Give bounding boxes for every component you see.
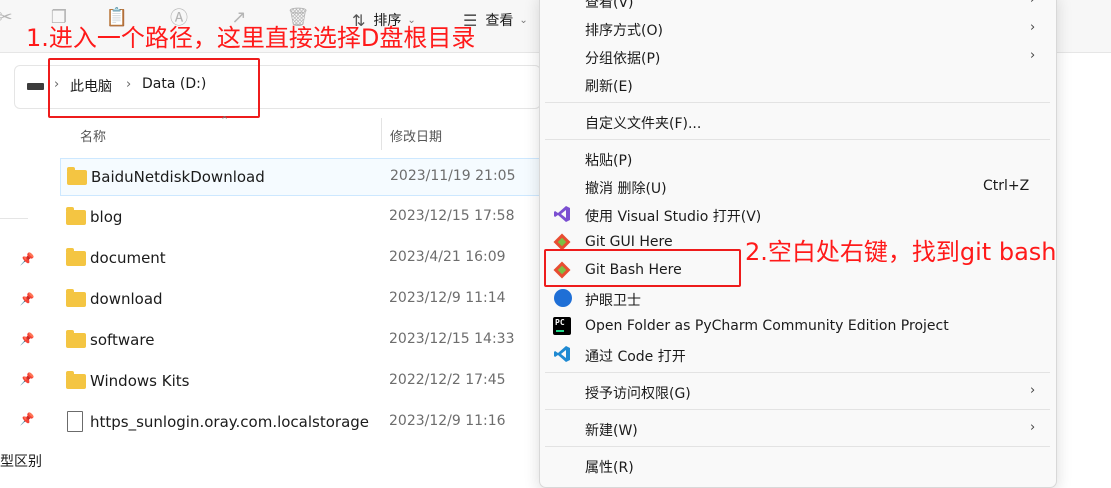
chevron-down-icon: ⌄ [519, 14, 528, 26]
file-modified-date: 2023/12/9 11:16 [389, 413, 506, 429]
menu-item-group-by[interactable]: 分组依据(P) [585, 48, 660, 68]
folder-icon [66, 289, 86, 307]
nav-divider [0, 218, 28, 219]
file-row[interactable]: software 2023/12/15 14:33 [60, 322, 540, 360]
pycharm-icon: PC [553, 317, 571, 335]
file-name: BaiduNetdiskDownload [91, 168, 265, 186]
annotation-box-address [48, 58, 260, 118]
file-name: download [90, 290, 163, 308]
menu-item-undo-delete[interactable]: 撤消 删除(U) [585, 178, 667, 198]
sort-ascending-icon: ⌃ [220, 114, 230, 127]
folder-icon [66, 207, 86, 225]
pin-icon: 📌 [19, 252, 35, 266]
file-row[interactable]: blog 2023/12/15 17:58 [60, 199, 540, 237]
column-header-name[interactable]: 名称 [80, 126, 106, 145]
file-name: https_sunlogin.oray.com.localstorage [90, 413, 370, 431]
chevron-right-icon: › [1030, 48, 1036, 63]
annotation-step1: 1.进入一个路径，这里直接选择D盘根目录 [26, 24, 476, 52]
folder-icon [66, 330, 86, 348]
chevron-right-icon: › [1030, 0, 1035, 7]
folder-icon [67, 167, 87, 185]
file-modified-date: 2023/12/9 11:14 [389, 290, 506, 306]
menu-separator [545, 446, 1050, 447]
menu-item-view[interactable]: 查看(V) [585, 0, 634, 12]
menu-item-sort-by[interactable]: 排序方式(O) [585, 20, 663, 40]
file-name: document [90, 249, 166, 267]
file-name: blog [90, 208, 123, 226]
menu-item-properties[interactable]: 属性(R) [585, 457, 634, 477]
column-divider[interactable] [381, 118, 382, 150]
cut-icon[interactable]: ✂ [0, 6, 16, 28]
menu-item-grant-access[interactable]: 授予访问权限(G) [585, 383, 691, 403]
undo-shortcut: Ctrl+Z [983, 178, 1030, 194]
file-modified-date: 2023/4/21 16:09 [389, 249, 506, 265]
menu-item-refresh[interactable]: 刷新(E) [585, 76, 633, 96]
file-name: Windows Kits [90, 372, 190, 390]
eye-guard-icon [554, 289, 572, 307]
menu-item-pycharm[interactable]: Open Folder as PyCharm Community Edition… [585, 318, 949, 334]
menu-item-paste[interactable]: 粘贴(P) [585, 150, 632, 170]
pin-icon: 📌 [19, 332, 35, 346]
file-modified-date: 2023/12/15 14:33 [389, 331, 515, 347]
file-modified-date: 2023/12/15 17:58 [389, 208, 515, 224]
file-row[interactable]: https_sunlogin.oray.com.localstorage 2023… [60, 404, 540, 442]
file-row[interactable]: Windows Kits 2022/12/2 17:45 [60, 363, 540, 401]
chevron-right-icon: › [1030, 420, 1036, 435]
folder-icon [66, 371, 86, 389]
menu-item-eye-guard[interactable]: 护眼卫士 [585, 290, 641, 310]
folder-icon [66, 248, 86, 266]
chevron-right-icon: › [1030, 383, 1036, 398]
pin-icon: 📌 [19, 292, 35, 306]
menu-separator [545, 139, 1050, 140]
pin-icon: 📌 [19, 412, 35, 426]
menu-item-new[interactable]: 新建(W) [585, 420, 638, 440]
vscode-icon [553, 345, 571, 363]
menu-separator [545, 372, 1050, 373]
menu-item-vscode[interactable]: 通过 Code 打开 [585, 346, 686, 366]
menu-item-git-gui[interactable]: Git GUI Here [585, 234, 673, 250]
annotation-box-git-bash [544, 249, 741, 287]
file-row[interactable]: download 2023/12/9 11:14 [60, 281, 540, 319]
file-modified-date: 2022/12/2 17:45 [389, 372, 506, 388]
menu-separator [545, 409, 1050, 410]
annotation-step2: 2.空白处右键，找到git bash [745, 238, 1057, 266]
menu-separator [545, 102, 1050, 103]
menu-item-open-visual-studio[interactable]: 使用 Visual Studio 打开(V) [585, 206, 761, 226]
visual-studio-icon [553, 205, 571, 223]
menu-item-customize-folder[interactable]: 自定义文件夹(F)... [585, 113, 701, 133]
file-row[interactable]: document 2023/4/21 16:09 [60, 240, 540, 278]
pin-icon: 📌 [19, 372, 35, 386]
file-icon [67, 411, 83, 432]
chevron-right-icon: › [1030, 20, 1036, 35]
drive-icon [27, 83, 44, 90]
file-name: software [90, 331, 155, 349]
file-row[interactable]: BaiduNetdiskDownload 2023/11/19 21:05 [60, 158, 540, 196]
nav-item-partial[interactable]: 型区别 [0, 451, 42, 471]
file-modified-date: 2023/11/19 21:05 [390, 168, 516, 184]
column-header-modified[interactable]: 修改日期 [390, 126, 442, 145]
